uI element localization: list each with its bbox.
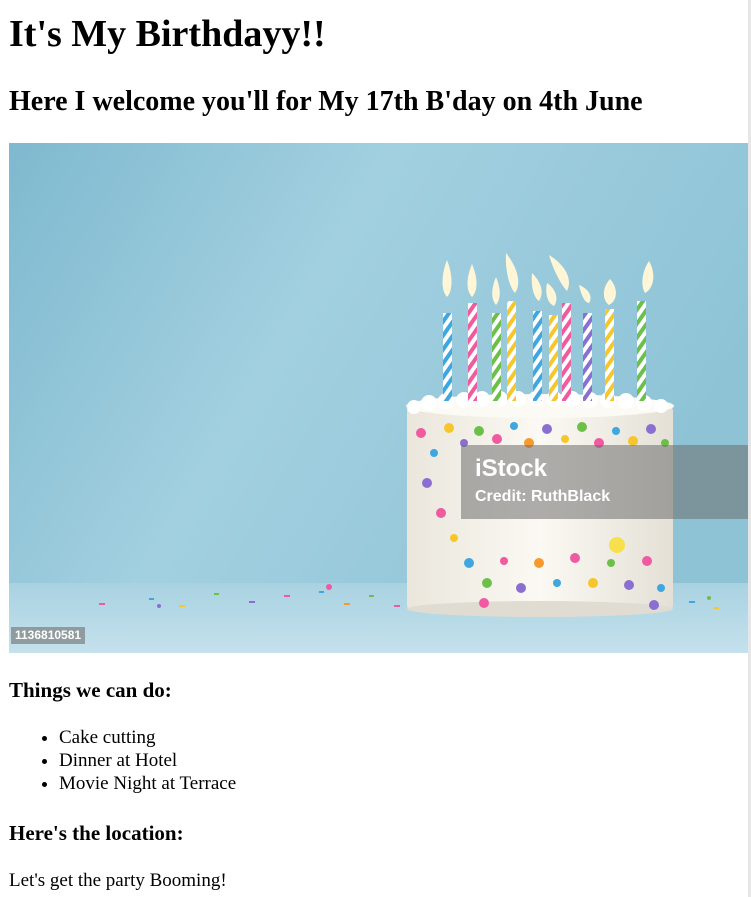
- closing-text: Let's get the party Booming!: [9, 870, 227, 891]
- page-title: It's My Birthdayy!!: [9, 13, 326, 55]
- birthday-cake-image: iStock Credit: RuthBlack 1136810581: [9, 143, 748, 653]
- watermark-overlay: iStock Credit: RuthBlack: [461, 445, 748, 519]
- watermark-brand: iStock: [475, 455, 548, 482]
- list-item: Cake cutting: [59, 726, 236, 749]
- activities-list: Cake cutting Dinner at Hotel Movie Night…: [9, 726, 236, 795]
- list-item: Dinner at Hotel: [59, 749, 236, 772]
- location-heading: Here's the location:: [9, 821, 184, 845]
- activities-heading: Things we can do:: [9, 678, 172, 702]
- list-item: Movie Night at Terrace: [59, 772, 236, 795]
- watermark-credit: Credit: RuthBlack: [475, 488, 611, 505]
- image-id-label: 1136810581: [11, 627, 86, 644]
- page-subtitle: Here I welcome you'll for My 17th B'day …: [9, 86, 643, 117]
